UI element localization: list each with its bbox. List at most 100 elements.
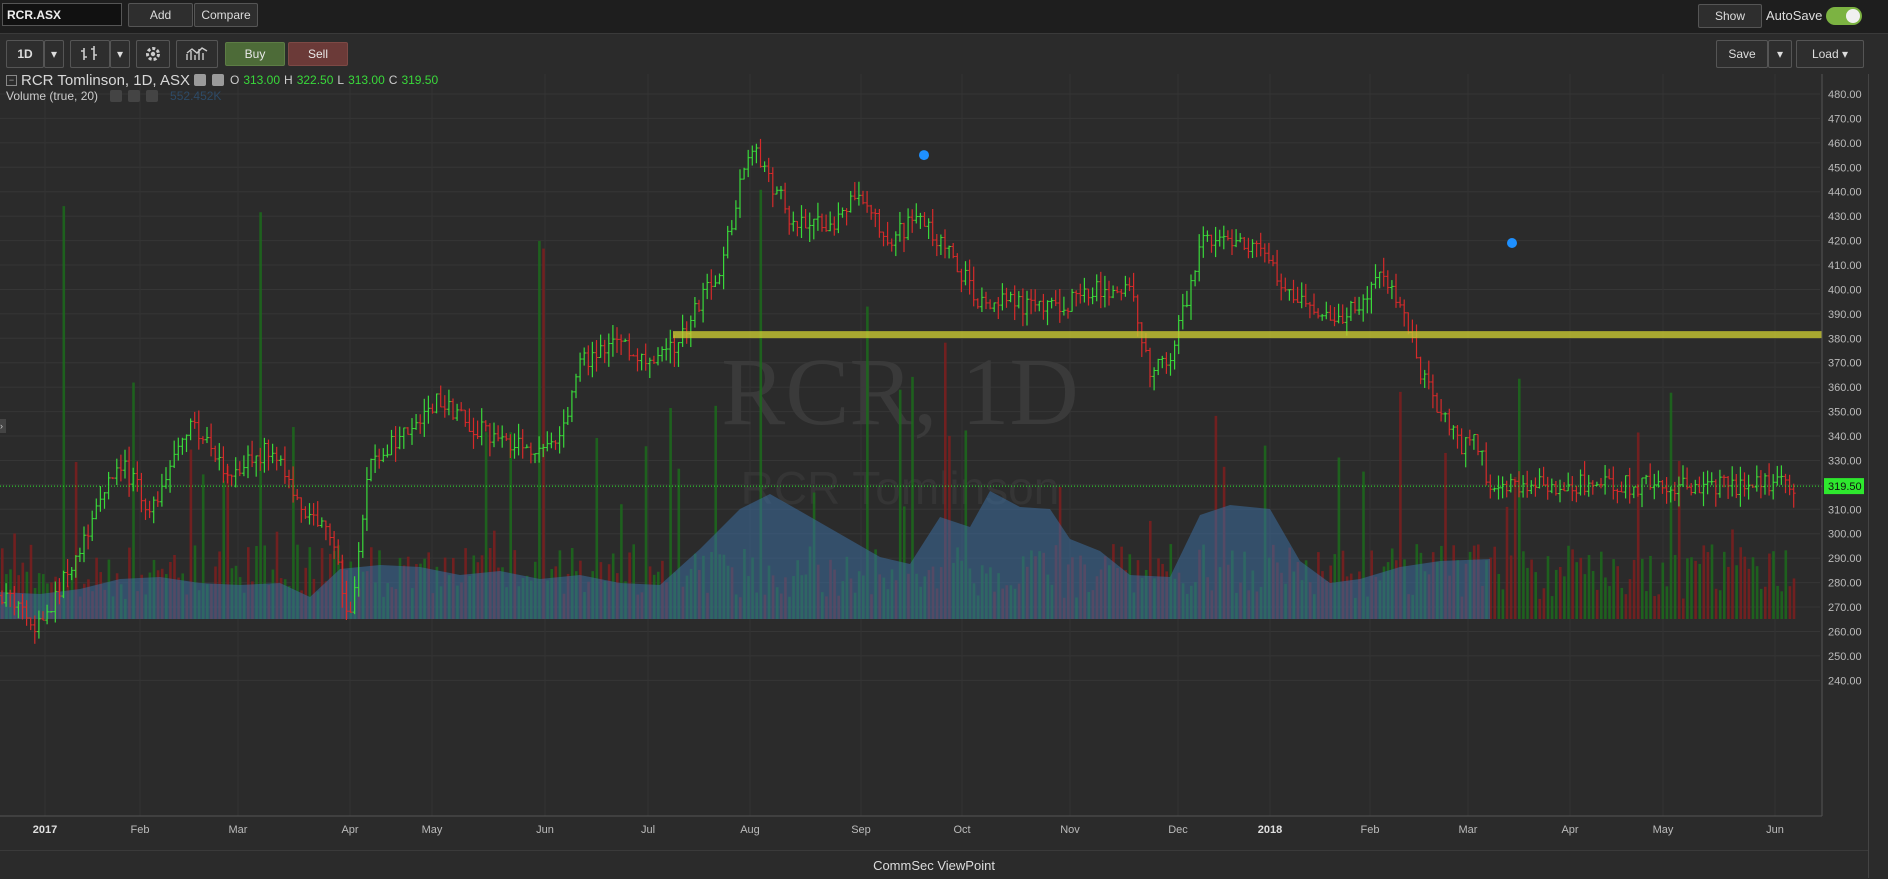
volume-bar <box>1735 565 1738 619</box>
x-tick-label: 2018 <box>1258 824 1282 836</box>
volume-bar <box>1595 589 1599 619</box>
volume-bar <box>1583 574 1587 619</box>
volume-bar <box>1690 557 1693 619</box>
y-tick-label: 250.00 <box>1828 651 1862 663</box>
volume-bar <box>1702 545 1706 619</box>
ohlc-bars-icon <box>81 46 97 60</box>
volume-bar <box>1563 576 1566 619</box>
volume-bar <box>1657 594 1660 619</box>
chevron-down-icon: ▾ <box>50 47 58 61</box>
y-tick-label: 350.00 <box>1828 407 1862 419</box>
chart-area[interactable]: RCR, 1D RCR Tomlinson 480.00 470.00 460.00… <box>0 72 1868 849</box>
low-value: 313.00 <box>348 73 385 87</box>
sell-button[interactable]: Sell <box>288 42 348 66</box>
volume-bar <box>1686 558 1689 619</box>
settings-small-icon[interactable] <box>211 74 224 86</box>
volume-bar <box>1513 476 1517 619</box>
volume-bar <box>1772 551 1775 619</box>
volume-bar <box>1554 569 1558 619</box>
last-price-tag: 319.50 <box>1824 478 1864 495</box>
volume-bar <box>1526 567 1529 619</box>
volume-value: 552.452K <box>170 89 222 103</box>
y-tick-label: 440.00 <box>1828 187 1862 199</box>
volume-legend: Volume (true, 20) 552.452K <box>6 87 221 105</box>
x-tick-label: May <box>1653 824 1674 836</box>
volume-bar <box>1780 591 1783 619</box>
volume-bar <box>1550 596 1554 619</box>
y-tick-label: 360.00 <box>1828 382 1862 394</box>
volume-bar <box>1579 557 1583 619</box>
chevron-down-icon: ▾ <box>116 47 124 61</box>
chart-type-button[interactable] <box>70 40 110 68</box>
settings-small-icon[interactable] <box>128 90 141 102</box>
y-tick-label: 460.00 <box>1828 138 1862 150</box>
volume-bar <box>542 248 545 619</box>
expand-left-icon[interactable]: › <box>0 419 6 433</box>
price-chart[interactable]: RCR, 1D RCR Tomlinson 480.00470.00460.00… <box>0 74 1868 849</box>
compare-button[interactable]: Compare <box>194 3 258 27</box>
chart-type-dropdown[interactable]: ▾ <box>110 40 130 68</box>
x-tick-label: Oct <box>953 824 970 836</box>
y-tick-label: 450.00 <box>1828 162 1862 174</box>
save-dropdown[interactable]: ▾ <box>1768 40 1792 68</box>
marker-dot[interactable] <box>919 150 929 161</box>
y-tick-label: 260.00 <box>1828 626 1862 638</box>
last-price-label: 319.50 <box>1828 481 1862 493</box>
eye-icon[interactable] <box>193 74 206 86</box>
volume-bar <box>1727 566 1730 619</box>
volume-bar <box>1698 563 1701 619</box>
settings-button[interactable] <box>136 40 170 68</box>
volume-bar <box>1706 552 1710 619</box>
load-label: Load <box>1811 47 1839 61</box>
top-bar: Add Compare Show AutoSave <box>0 0 1888 34</box>
x-tick-label: Dec <box>1168 824 1188 836</box>
buy-button[interactable]: Buy <box>225 42 285 66</box>
volume-bar <box>1661 562 1665 619</box>
eye-icon[interactable] <box>110 90 123 102</box>
indicators-icon <box>186 47 208 60</box>
right-scrollbar[interactable] <box>1868 74 1888 878</box>
y-tick-label: 470.00 <box>1828 113 1862 125</box>
volume-bar <box>1604 577 1607 619</box>
add-button[interactable]: Add <box>128 3 193 27</box>
volume-bar <box>1768 553 1771 619</box>
y-tick-label: 290.00 <box>1828 553 1862 565</box>
time-axis[interactable]: 2017 Feb Mar Apr May Jun Jul Aug Sep Oct Nov Dec 201… <box>0 815 1868 849</box>
volume-bar <box>1518 378 1521 619</box>
volume-bar <box>1542 588 1546 619</box>
interval-dropdown[interactable]: ▾ <box>44 40 64 68</box>
volume-bar <box>1731 529 1734 619</box>
symbol-input[interactable] <box>2 3 122 26</box>
volume-bar <box>1739 547 1742 619</box>
volume-bar <box>1612 559 1615 619</box>
volume-bar <box>1747 568 1751 619</box>
x-tick-label: Jul <box>641 824 655 836</box>
y-tick-label: 370.00 <box>1828 358 1862 370</box>
volume-title: Volume (true, 20) <box>6 89 99 103</box>
show-button[interactable]: Show <box>1698 4 1762 28</box>
gear-icon <box>146 47 160 61</box>
close-icon[interactable] <box>146 90 159 102</box>
volume-bar <box>1600 551 1603 619</box>
interval-button[interactable]: 1D <box>6 40 44 68</box>
volume-bar <box>1575 562 1578 619</box>
volume-bar <box>1628 579 1632 619</box>
volume-bar <box>1620 587 1624 619</box>
volume-bar <box>1559 566 1562 619</box>
autosave-toggle[interactable] <box>1826 7 1862 25</box>
x-tick-label: Mar <box>229 824 248 836</box>
y-tick-label: 300.00 <box>1828 529 1862 541</box>
volume-bar <box>1645 591 1648 619</box>
indicators-button[interactable] <box>176 40 218 68</box>
x-tick-label: Jun <box>536 824 554 836</box>
load-button[interactable]: Load ▾ <box>1796 40 1864 68</box>
price-axis[interactable]: 480.00 470.00 460.00 450.00 440.00 430.00 420.… <box>1821 74 1868 849</box>
x-tick-label: 2017 <box>33 824 57 836</box>
collapse-icon[interactable]: − <box>6 74 17 86</box>
volume-bar <box>1784 550 1788 619</box>
volume-bar <box>1788 586 1792 619</box>
volume-bar <box>1636 432 1640 619</box>
marker-dot[interactable] <box>1507 238 1517 249</box>
save-button[interactable]: Save <box>1716 40 1768 68</box>
y-tick-label: 380.00 <box>1828 333 1862 345</box>
